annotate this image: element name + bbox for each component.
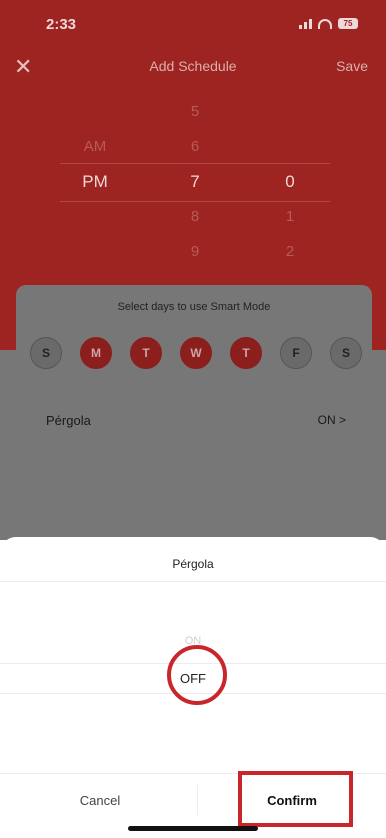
pergola-row[interactable]: Pérgola ON > bbox=[46, 413, 346, 428]
picker-hour[interactable]: 8 bbox=[165, 199, 225, 234]
status-bar: 2:33 75 bbox=[0, 0, 386, 44]
highlight-circle bbox=[167, 645, 227, 705]
save-button[interactable]: Save bbox=[336, 58, 368, 74]
sheet-title: Pérgola bbox=[172, 557, 214, 571]
day-selector: S M T W T F S bbox=[30, 337, 362, 369]
day-saturday[interactable]: S bbox=[330, 337, 362, 369]
picker-hour-selected[interactable]: 7 bbox=[165, 164, 225, 199]
picker-minute-column[interactable]: 0 1 2 bbox=[260, 164, 320, 269]
time-picker[interactable]: AM PM 5 6 7 8 9 0 1 2 bbox=[60, 103, 330, 265]
nav-bar: ✕ Add Schedule Save bbox=[0, 50, 386, 84]
pergola-row-value: ON > bbox=[317, 413, 346, 427]
picker-period-pm[interactable]: PM bbox=[65, 164, 125, 199]
day-friday[interactable]: F bbox=[280, 337, 312, 369]
picker-minute-selected[interactable]: 0 bbox=[260, 164, 320, 199]
days-caption: Select days to use Smart Mode bbox=[117, 301, 271, 313]
day-monday[interactable]: M bbox=[80, 337, 112, 369]
picker-minute[interactable]: 2 bbox=[260, 234, 320, 269]
day-tuesday[interactable]: T bbox=[130, 337, 162, 369]
cancel-button[interactable]: Cancel bbox=[0, 793, 200, 808]
picker-minute[interactable]: 1 bbox=[260, 199, 320, 234]
status-icons: 75 bbox=[299, 18, 358, 29]
battery-icon: 75 bbox=[338, 18, 358, 29]
status-time: 2:33 bbox=[46, 16, 77, 33]
sheet-divider-top bbox=[0, 581, 386, 582]
picker-period-am[interactable]: AM bbox=[65, 129, 125, 164]
day-sunday[interactable]: S bbox=[30, 337, 62, 369]
wifi-icon bbox=[318, 18, 332, 29]
bottom-sheet: Pérgola ON OFF Cancel Confirm bbox=[0, 537, 386, 838]
picker-hour[interactable]: 6 bbox=[165, 129, 225, 164]
highlight-box bbox=[238, 771, 353, 827]
picker-hour[interactable]: 9 bbox=[165, 234, 225, 269]
day-thursday[interactable]: T bbox=[230, 337, 262, 369]
day-wednesday[interactable]: W bbox=[180, 337, 212, 369]
pergola-row-label: Pérgola bbox=[46, 413, 91, 428]
picker-hour-column[interactable]: 5 6 7 8 9 bbox=[165, 94, 225, 269]
signal-icon bbox=[299, 18, 312, 29]
picker-hour[interactable]: 5 bbox=[165, 94, 225, 129]
page-title: Add Schedule bbox=[149, 58, 237, 74]
picker-period-column[interactable]: AM PM bbox=[65, 129, 125, 199]
home-indicator bbox=[128, 826, 258, 831]
